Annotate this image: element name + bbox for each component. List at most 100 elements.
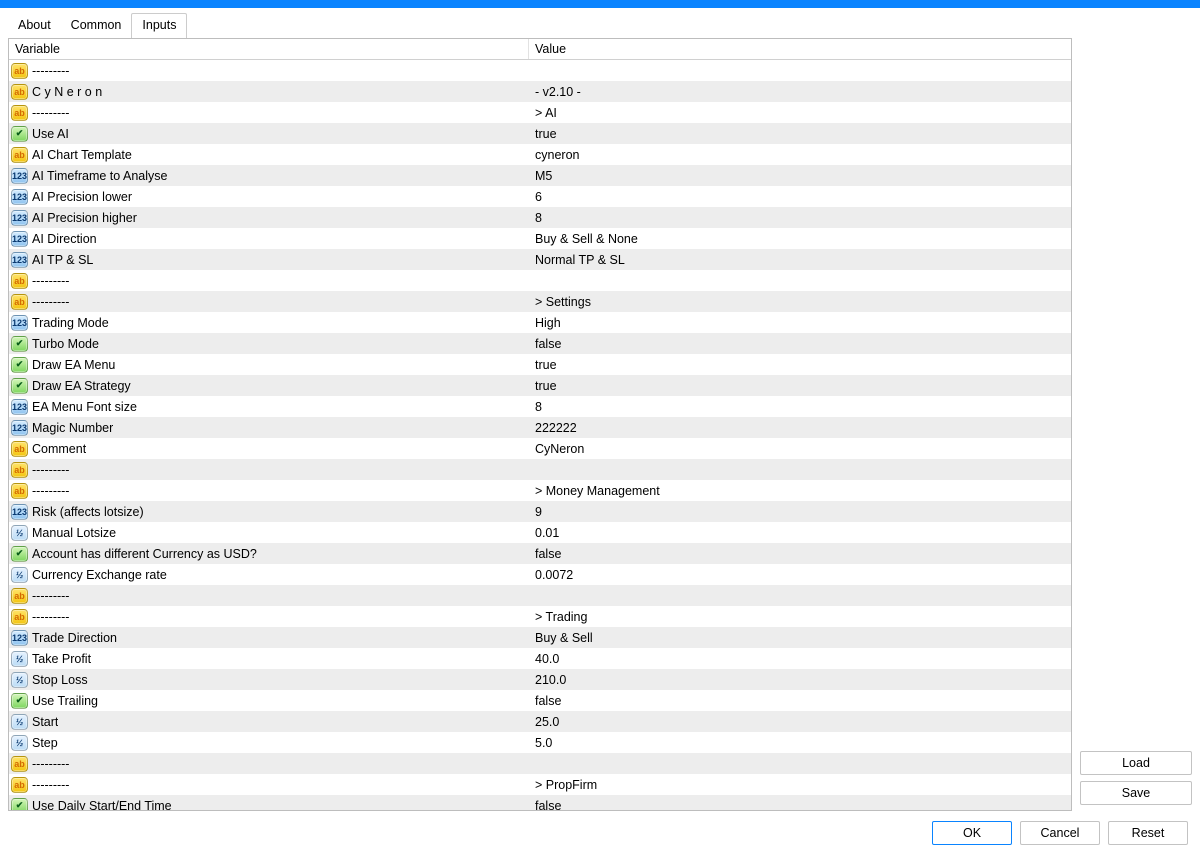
value-cell[interactable]: 8 <box>529 211 1071 225</box>
table-row[interactable]: ✔Use AItrue <box>9 123 1071 144</box>
table-row[interactable]: ab--------- > Trading <box>9 606 1071 627</box>
value-cell[interactable]: true <box>529 127 1071 141</box>
table-row[interactable]: ✔Draw EA Strategytrue <box>9 375 1071 396</box>
table-row[interactable]: ab--------- <box>9 270 1071 291</box>
column-header-variable[interactable]: Variable <box>9 39 529 59</box>
table-row[interactable]: abAI Chart Templatecyneron <box>9 144 1071 165</box>
table-row[interactable]: ab--------- > Money Management <box>9 480 1071 501</box>
text-icon: ab <box>11 294 28 310</box>
save-button[interactable]: Save <box>1080 781 1192 805</box>
value-cell[interactable]: 0.0072 <box>529 568 1071 582</box>
value-cell[interactable]: > Trading <box>529 610 1071 624</box>
value-cell[interactable]: Buy & Sell <box>529 631 1071 645</box>
value-cell[interactable]: Normal TP & SL <box>529 253 1071 267</box>
value-cell[interactable]: - v2.10 - <box>529 85 1071 99</box>
table-row[interactable]: ab--------- <box>9 585 1071 606</box>
value-cell[interactable]: High <box>529 316 1071 330</box>
value-cell[interactable]: cyneron <box>529 148 1071 162</box>
table-row[interactable]: ½Step5.0 <box>9 732 1071 753</box>
table-row[interactable]: ✔Turbo Modefalse <box>9 333 1071 354</box>
variable-cell: abAI Chart Template <box>9 147 529 163</box>
variable-cell: ✔Use Trailing <box>9 693 529 709</box>
table-row[interactable]: ✔Use Trailingfalse <box>9 690 1071 711</box>
text-icon: ab <box>11 462 28 478</box>
table-row[interactable]: ½Start25.0 <box>9 711 1071 732</box>
variable-cell: 123AI Timeframe to Analyse <box>9 168 529 184</box>
ok-button[interactable]: OK <box>932 821 1012 845</box>
variable-cell: ½Step <box>9 735 529 751</box>
table-row[interactable]: ½Take Profit40.0 <box>9 648 1071 669</box>
value-cell[interactable]: Buy & Sell & None <box>529 232 1071 246</box>
text-icon: ab <box>11 588 28 604</box>
value-cell[interactable]: 222222 <box>529 421 1071 435</box>
table-row[interactable]: ab--------- <box>9 459 1071 480</box>
table-row[interactable]: ✔Account has different Currency as USD?f… <box>9 543 1071 564</box>
variable-name: Comment <box>32 442 86 456</box>
value-cell[interactable]: > AI <box>529 106 1071 120</box>
value-cell[interactable]: M5 <box>529 169 1071 183</box>
value-cell[interactable]: > Money Management <box>529 484 1071 498</box>
table-row[interactable]: abCommentCyNeron <box>9 438 1071 459</box>
table-row[interactable]: 123AI Precision lower6 <box>9 186 1071 207</box>
table-row[interactable]: 123EA Menu Font size8 <box>9 396 1071 417</box>
table-row[interactable]: ½Stop Loss210.0 <box>9 669 1071 690</box>
table-row[interactable]: 123Trading ModeHigh <box>9 312 1071 333</box>
value-cell[interactable]: 210.0 <box>529 673 1071 687</box>
table-row[interactable]: ½Manual Lotsize0.01 <box>9 522 1071 543</box>
tab-about[interactable]: About <box>8 14 61 38</box>
value-cell[interactable]: 0.01 <box>529 526 1071 540</box>
variable-cell: ab--------- <box>9 588 529 604</box>
table-row[interactable]: ½Currency Exchange rate0.0072 <box>9 564 1071 585</box>
table-row[interactable]: 123AI Timeframe to AnalyseM5 <box>9 165 1071 186</box>
table-row[interactable]: ab--------- > PropFirm <box>9 774 1071 795</box>
variable-cell: ab--------- <box>9 483 529 499</box>
double-icon: ½ <box>11 567 28 583</box>
table-row[interactable]: 123Trade DirectionBuy & Sell <box>9 627 1071 648</box>
reset-button[interactable]: Reset <box>1108 821 1188 845</box>
value-cell[interactable]: CyNeron <box>529 442 1071 456</box>
value-cell[interactable]: false <box>529 694 1071 708</box>
value-cell[interactable]: 25.0 <box>529 715 1071 729</box>
tab-inputs[interactable]: Inputs <box>131 13 187 39</box>
table-row[interactable]: ✔Use Daily Start/End Timefalse <box>9 795 1071 810</box>
value-cell[interactable]: false <box>529 799 1071 811</box>
table-row[interactable]: 123Risk (affects lotsize)9 <box>9 501 1071 522</box>
table-row[interactable]: 123Magic Number222222 <box>9 417 1071 438</box>
value-cell[interactable]: 9 <box>529 505 1071 519</box>
integer-icon: 123 <box>11 420 28 436</box>
value-cell[interactable]: false <box>529 337 1071 351</box>
value-cell[interactable]: > PropFirm <box>529 778 1071 792</box>
tab-common[interactable]: Common <box>61 14 132 38</box>
table-row[interactable]: ab--------- > AI <box>9 102 1071 123</box>
variable-name: AI Chart Template <box>32 148 132 162</box>
table-row[interactable]: ✔Draw EA Menutrue <box>9 354 1071 375</box>
value-cell[interactable]: 40.0 <box>529 652 1071 666</box>
value-cell[interactable]: 6 <box>529 190 1071 204</box>
value-cell[interactable]: 8 <box>529 400 1071 414</box>
variable-cell: ✔Account has different Currency as USD? <box>9 546 529 562</box>
variable-cell: ab--------- <box>9 462 529 478</box>
table-row[interactable]: ab--------- <box>9 60 1071 81</box>
value-cell[interactable]: true <box>529 379 1071 393</box>
table-row[interactable]: abC y N e r o n- v2.10 - <box>9 81 1071 102</box>
table-row[interactable]: ab--------- <box>9 753 1071 774</box>
integer-icon: 123 <box>11 399 28 415</box>
table-row[interactable]: 123AI Precision higher8 <box>9 207 1071 228</box>
text-icon: ab <box>11 483 28 499</box>
table-row[interactable]: 123AI TP & SLNormal TP & SL <box>9 249 1071 270</box>
cancel-button[interactable]: Cancel <box>1020 821 1100 845</box>
value-cell[interactable]: true <box>529 358 1071 372</box>
variable-cell: abComment <box>9 441 529 457</box>
value-cell[interactable]: false <box>529 547 1071 561</box>
window-titlebar <box>0 0 1200 8</box>
table-row[interactable]: 123AI DirectionBuy & Sell & None <box>9 228 1071 249</box>
table-row[interactable]: ab--------- > Settings <box>9 291 1071 312</box>
variable-name: Trading Mode <box>32 316 109 330</box>
variable-cell: ½Manual Lotsize <box>9 525 529 541</box>
variable-name: Step <box>32 736 58 750</box>
load-button[interactable]: Load <box>1080 751 1192 775</box>
column-header-value[interactable]: Value <box>529 39 1071 59</box>
value-cell[interactable]: 5.0 <box>529 736 1071 750</box>
value-cell[interactable]: > Settings <box>529 295 1071 309</box>
grid-body[interactable]: ab---------abC y N e r o n- v2.10 -ab---… <box>9 60 1071 810</box>
